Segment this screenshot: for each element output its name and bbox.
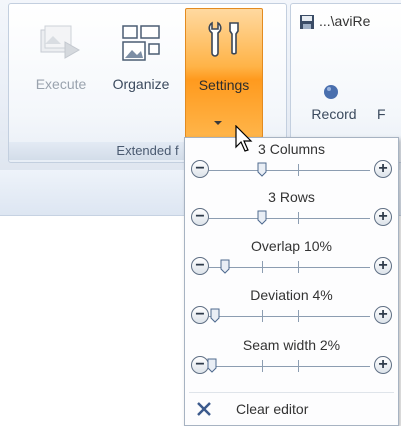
slider-label: 3 Columns: [258, 141, 325, 157]
settings-button[interactable]: Settings: [185, 8, 263, 138]
slider-tick: [262, 360, 264, 372]
organize-icon: [122, 25, 160, 61]
slider-row: Deviation 4% − +: [185, 284, 398, 331]
increase-button[interactable]: +: [374, 208, 392, 226]
decrease-button[interactable]: −: [191, 160, 209, 178]
mouse-cursor-icon: [235, 125, 253, 152]
slider-tick: [262, 310, 264, 322]
slider-thumb[interactable]: [257, 210, 267, 225]
execute-icon: [40, 25, 81, 59]
slider-track[interactable]: [209, 218, 370, 219]
slider-tick: [297, 261, 299, 273]
organize-label: Organize: [112, 76, 170, 92]
separator: [189, 392, 394, 393]
increase-button[interactable]: +: [374, 160, 392, 178]
slider-row: Seam width 2% − +: [185, 334, 398, 381]
decrease-button[interactable]: −: [191, 208, 209, 226]
record-label: Record: [311, 106, 357, 122]
clear-editor-item[interactable]: Clear editor: [185, 396, 398, 424]
organize-button[interactable]: Organize: [101, 8, 181, 136]
slider-track[interactable]: [209, 170, 370, 171]
document-title: ...\aviRe: [319, 13, 371, 29]
clear-editor-label: Clear editor: [236, 401, 309, 417]
record-button[interactable]: Record: [299, 52, 369, 132]
increase-button[interactable]: +: [374, 356, 392, 374]
decrease-button[interactable]: −: [191, 306, 209, 324]
clear-x-icon: [197, 402, 211, 416]
slider-thumb[interactable]: [257, 162, 267, 177]
slider-track[interactable]: [209, 366, 370, 367]
slider-tick: [297, 310, 299, 322]
slider-tick: [297, 212, 299, 224]
slider-thumb[interactable]: [220, 259, 230, 274]
record-icon: [324, 85, 338, 99]
slider-row: 3 Rows − +: [185, 186, 398, 233]
decrease-button[interactable]: −: [191, 257, 209, 275]
execute-label: Execute: [35, 76, 87, 92]
slider-thumb[interactable]: [210, 308, 220, 323]
slider-label: 3 Rows: [268, 189, 315, 205]
slider-thumb[interactable]: [207, 358, 217, 373]
slider-track[interactable]: [209, 267, 370, 268]
slider-label: Seam width 2%: [242, 337, 341, 353]
slider-label: Overlap 10%: [251, 238, 332, 254]
increase-button[interactable]: +: [374, 257, 392, 275]
slider-track[interactable]: [209, 316, 370, 317]
increase-button[interactable]: +: [374, 306, 392, 324]
save-icon: [300, 15, 314, 29]
slider-tick: [297, 360, 299, 372]
settings-dropdown: 3 Columns − +3 Rows − + Overlap 10% − + Deviatio…: [184, 137, 399, 426]
settings-icon: [208, 21, 239, 57]
slider-label: Deviation 4%: [250, 287, 333, 303]
dropdown-arrow-icon: [214, 121, 222, 125]
next-button-fragment[interactable]: F: [377, 106, 386, 122]
slider-tick: [297, 164, 299, 176]
slider-row: 3 Columns − +: [185, 138, 398, 185]
settings-label: Settings: [198, 77, 250, 93]
slider-row: Overlap 10% − +: [185, 235, 398, 282]
execute-button[interactable]: Execute: [25, 8, 97, 136]
slider-tick: [262, 261, 264, 273]
